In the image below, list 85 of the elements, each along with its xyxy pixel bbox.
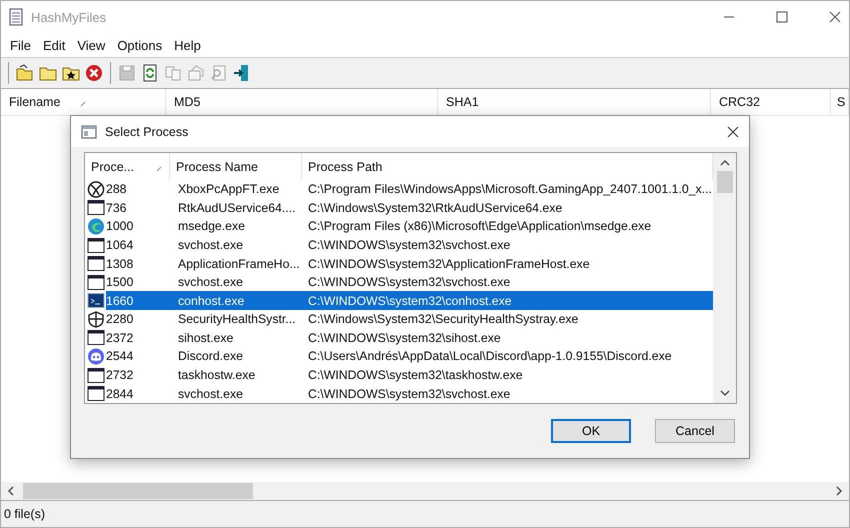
process-path: C:\WINDOWS\system32\sihost.exe: [307, 330, 501, 345]
process-id: 1308: [106, 256, 134, 271]
menu-item[interactable]: View: [71, 38, 112, 52]
process-row[interactable]: 2844 svchost.exe C:\WINDOWS\system32\svchost.exe: [85, 384, 713, 403]
horizontal-scrollbar[interactable]: [1, 482, 849, 500]
window-icon: [87, 366, 105, 384]
process-row[interactable]: 2280 SecurityHealthSystr... C:\Windows\System32\SecurityHealthSystray.exe: [85, 310, 713, 329]
process-path: C:\Windows\System32\RtkAudUService64.exe: [307, 200, 562, 215]
process-id: 2372: [106, 330, 134, 345]
sort-icon: [156, 166, 162, 172]
menu-item[interactable]: Edit: [36, 38, 72, 52]
menu-item[interactable]: File: [4, 38, 37, 52]
open-folder-icon[interactable]: [15, 63, 35, 83]
scroll-thumb[interactable]: [716, 171, 732, 193]
process-name: svchost.exe: [177, 238, 244, 252]
process-id: 1000: [106, 219, 134, 234]
process-row[interactable]: 2372 sihost.exe C:\WINDOWS\system32\sihost.exe: [85, 328, 713, 348]
process-row[interactable]: 288 XboxPcAppFT.exe C:\Program Files\WindowsApps\Microsoft.GamingApp_2407.1001.1.0_x...: [85, 180, 713, 199]
status-text: 0 file(s): [4, 507, 45, 521]
window-icon: [87, 329, 105, 346]
process-id: 736: [106, 200, 127, 215]
edge-icon: [87, 218, 105, 235]
process-name: RtkAudUService64....: [177, 200, 297, 215]
process-id: 2732: [106, 368, 134, 382]
process-id: 1660: [106, 291, 170, 310]
window-title: HashMyFiles: [31, 10, 106, 24]
process-path: C:\WINDOWS\system32\svchost.exe: [307, 386, 510, 401]
process-row[interactable]: 2544 Discord.exe C:\Users\Andrés\AppData\Local\Discord\app-1.0.9155\Discord.exe: [85, 347, 713, 366]
window-icon: [87, 255, 105, 272]
shield-icon: [87, 310, 105, 328]
dialog-title: Select Process: [105, 124, 188, 138]
dialog-icon: [81, 124, 97, 138]
close-icon[interactable]: [727, 126, 739, 138]
process-name: SecurityHealthSystr...: [177, 312, 297, 326]
process-id: 2844: [106, 386, 134, 401]
process-row[interactable]: 1660 conhost.exe C:\WINDOWS\system32\conhost.exe: [85, 291, 713, 310]
process-name: XboxPcAppFT.exe: [177, 182, 280, 196]
process-row[interactable]: 1308 ApplicationFrameHo... C:\WINDOWS\system32\ApplicationFrameHost.exe: [85, 254, 713, 273]
window-icon: [87, 199, 105, 216]
process-path: C:\Program Files\WindowsApps\Microsoft.GamingApp_2407.1001.1.0_x...: [307, 182, 712, 196]
process-id: 288: [106, 182, 127, 196]
window-icon: [87, 385, 105, 402]
process-row[interactable]: 1000 msedge.exe C:\Program Files (x86)\Microsoft\Edge\Application\msedge.exe: [85, 217, 713, 236]
process-row[interactable]: 1500 svchost.exe C:\WINDOWS\system32\svchost.exe: [85, 272, 713, 292]
process-name: svchost.exe: [177, 275, 244, 290]
process-path: C:\WINDOWS\system32\svchost.exe: [307, 275, 510, 290]
process-name: sihost.exe: [177, 330, 234, 345]
process-id: 2544: [106, 349, 134, 364]
column-header[interactable]: Process Name: [170, 153, 302, 180]
process-name: Discord.exe: [177, 349, 244, 364]
column-header[interactable]: S: [831, 89, 849, 115]
process-id: 1500: [106, 275, 134, 290]
scroll-thumb[interactable]: [23, 483, 253, 499]
ok-button[interactable]: OK: [551, 419, 631, 443]
console-icon: [87, 292, 105, 310]
stop-icon[interactable]: [84, 63, 104, 83]
maximize-icon[interactable]: [776, 11, 788, 23]
process-name: svchost.exe: [177, 386, 244, 401]
app-icon: [9, 8, 23, 26]
cancel-button[interactable]: Cancel: [655, 419, 735, 443]
process-path: C:\Program Files (x86)\Microsoft\Edge\Application\msedge.exe: [307, 219, 652, 234]
process-path: C:\Users\Andrés\AppData\Local\Discord\app-1.0.9155\Discord.exe: [307, 349, 672, 364]
sort-icon: [80, 101, 86, 107]
process-name: msedge.exe: [177, 219, 246, 234]
menu-item[interactable]: Help: [168, 38, 207, 52]
process-row[interactable]: 1064 svchost.exe C:\WINDOWS\system32\svchost.exe: [85, 236, 713, 254]
process-row[interactable]: 2732 taskhostw.exe C:\WINDOWS\system32\taskhostw.exe: [85, 366, 713, 384]
process-id: 1064: [106, 238, 134, 252]
window-icon: [87, 236, 105, 254]
process-name: conhost.exe: [177, 294, 246, 308]
vertical-scrollbar[interactable]: [713, 153, 736, 403]
process-row[interactable]: 736 RtkAudUService64.... C:\Windows\System32\RtkAudUService64.exe: [85, 198, 713, 218]
xbox-icon: [87, 180, 105, 198]
process-name: ApplicationFrameHo...: [177, 256, 301, 271]
process-path: C:\Windows\System32\SecurityHealthSystray.exe: [307, 312, 578, 326]
process-path: C:\WINDOWS\system32\ApplicationFrameHost.exe: [307, 256, 590, 271]
process-path: C:\WINDOWS\system32\svchost.exe: [307, 238, 510, 252]
menu-item[interactable]: Options: [111, 38, 168, 52]
process-path: C:\WINDOWS\system32\conhost.exe: [307, 294, 512, 308]
process-name: taskhostw.exe: [177, 368, 256, 382]
window-icon: [87, 274, 105, 291]
discord-icon: [87, 348, 105, 365]
process-path: C:\WINDOWS\system32\taskhostw.exe: [307, 368, 523, 382]
process-id: 2280: [106, 312, 134, 326]
close-icon[interactable]: [829, 11, 841, 23]
